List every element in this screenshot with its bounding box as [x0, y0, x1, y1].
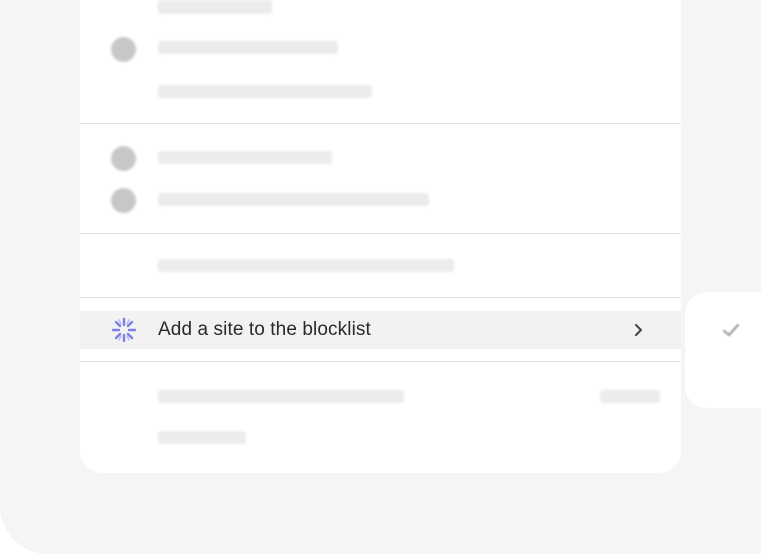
placeholder-line — [158, 193, 429, 206]
add-site-to-blocklist-item[interactable]: Add a site to the blocklist — [80, 311, 681, 349]
placeholder-line — [158, 431, 246, 444]
placeholder-value — [600, 390, 660, 403]
placeholder-line — [158, 41, 338, 54]
add-site-label: Add a site to the blocklist — [158, 319, 371, 340]
chevron-right-icon — [635, 324, 642, 336]
placeholder-line — [158, 390, 404, 403]
placeholder-line — [158, 0, 272, 14]
settings-panel: Add a site to the blocklist — [80, 0, 681, 473]
placeholder-line — [158, 151, 332, 164]
placeholder-line — [158, 85, 372, 98]
placeholder-avatar — [111, 37, 136, 62]
placeholder-avatar — [111, 188, 136, 213]
section-divider — [80, 361, 681, 362]
placeholder-avatar — [111, 146, 136, 171]
section-divider — [80, 297, 681, 298]
screen: Add a site to the blocklist — [0, 0, 761, 555]
side-card — [685, 292, 761, 408]
sparkle-burst-icon — [111, 317, 137, 343]
placeholder-line — [158, 259, 454, 272]
section-divider — [80, 123, 681, 124]
checkmark-icon — [722, 323, 740, 337]
section-divider — [80, 233, 681, 234]
